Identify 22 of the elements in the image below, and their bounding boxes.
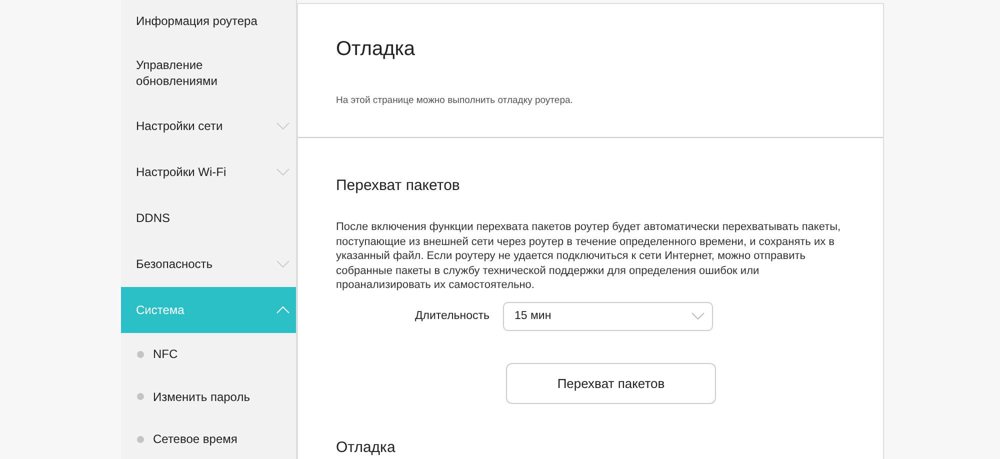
sidebar-item[interactable]: Управление обновлениями <box>121 42 296 103</box>
sidebar-item[interactable]: Информация роутера <box>121 0 296 42</box>
page-title: Отладка <box>336 37 416 61</box>
page-description: На этой странице можно выполнить отладку роутера. <box>336 95 574 106</box>
chevron-down-icon <box>276 260 290 268</box>
chevron-down-icon <box>690 312 705 320</box>
sidebar-subitem[interactable]: Изменить пароль <box>121 376 296 418</box>
sidebar-item[interactable]: Настройки Wi-Fi <box>121 149 296 195</box>
section-description: После включения функции перехвата пакетов роутер будет автоматически перехватывать пакеты, поступающие из внешней сети через роутер в течение определенного времени, и сохранять их в указанный файл. Если роутеру не удается подключиться к сети Интернет, можно отправить собранные пакеты в службу технической поддержки для определения ошибок или проанализировать их самостоятельно. <box>336 220 842 293</box>
capture-button[interactable]: Перехват пакетов <box>506 362 716 404</box>
sidebar-subitem[interactable]: Сетевое время <box>121 418 296 459</box>
sidebar-item[interactable]: DDNS <box>121 195 296 241</box>
duration-label: Длительность <box>415 310 490 322</box>
chevron-down-icon <box>276 122 290 130</box>
chevron-up-icon <box>276 306 290 314</box>
sidebar-subitem[interactable]: NFC <box>121 333 296 376</box>
section-heading: Перехват пакетов <box>336 176 461 196</box>
section-heading: Отладка <box>336 438 396 458</box>
duration-dropdown[interactable]: 15 мин <box>502 302 713 331</box>
sidebar-item[interactable]: Настройки сети <box>121 103 296 149</box>
sidebar-item[interactable]: Безопасность <box>121 241 296 287</box>
chevron-down-icon <box>276 168 290 176</box>
